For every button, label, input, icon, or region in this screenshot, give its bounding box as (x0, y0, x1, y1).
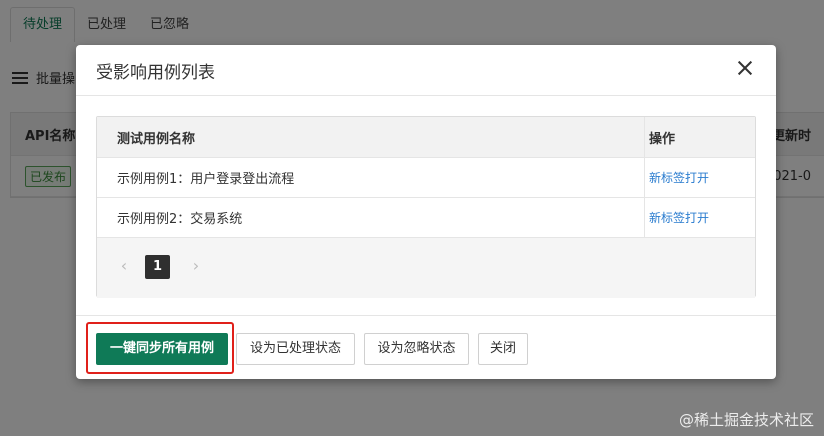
case-table-header: 测试用例名称 操作 (97, 117, 755, 158)
open-new-tab-link[interactable]: 新标签打开 (649, 209, 709, 226)
current-page[interactable]: 1 (145, 255, 170, 279)
dialog-header: 受影响用例列表 (76, 45, 776, 96)
next-page-icon[interactable]: › (189, 258, 203, 274)
mark-processed-button[interactable]: 设为已处理状态 (236, 333, 355, 365)
table-row: 示例用例1：用户登录登出流程 新标签打开 (97, 158, 755, 198)
col-case-name: 测试用例名称 (97, 117, 645, 157)
pagination: ‹ 1 › (97, 238, 755, 298)
table-row: 示例用例2：交易系统 新标签打开 (97, 198, 755, 238)
open-new-tab-link[interactable]: 新标签打开 (649, 169, 709, 186)
case-table: 测试用例名称 操作 示例用例1：用户登录登出流程 新标签打开 示例用例2：交易系… (97, 117, 755, 238)
dialog-title: 受影响用例列表 (96, 63, 215, 83)
dialog-footer: 一键同步所有用例 设为已处理状态 设为忽略状态 关闭 (76, 315, 776, 380)
close-icon[interactable] (734, 57, 756, 79)
close-button[interactable]: 关闭 (478, 333, 528, 365)
sync-all-cases-button[interactable]: 一键同步所有用例 (96, 333, 228, 365)
affected-cases-dialog: 受影响用例列表 测试用例名称 操作 示例用例1：用户登录登出流程 新标签打开 示… (76, 45, 776, 379)
col-action: 操作 (649, 131, 676, 147)
prev-page-icon[interactable]: ‹ (117, 258, 131, 274)
mark-ignored-button[interactable]: 设为忽略状态 (364, 333, 469, 365)
case-name: 示例用例2：交易系统 (97, 198, 645, 237)
case-list-panel: 测试用例名称 操作 示例用例1：用户登录登出流程 新标签打开 示例用例2：交易系… (96, 116, 756, 298)
case-name: 示例用例1：用户登录登出流程 (97, 158, 645, 197)
watermark: @稀土掘金技术社区 (678, 411, 814, 429)
